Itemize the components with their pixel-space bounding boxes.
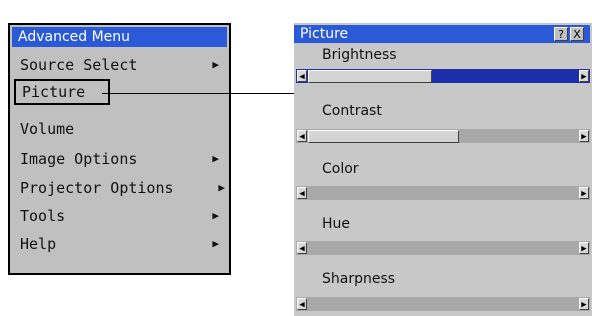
menu-item-picture[interactable]: Picture	[14, 79, 110, 105]
decrease-arrow-icon[interactable]: ◀	[297, 187, 307, 199]
picture-panel: Picture ? X Brightness ◀ ▶ Contrast ◀ ▶ …	[294, 23, 592, 316]
decrease-arrow-icon[interactable]: ◀	[297, 130, 307, 142]
increase-arrow-icon[interactable]: ▶	[579, 298, 589, 310]
menu-item-projector-options[interactable]: Projector Options ▶	[14, 175, 227, 201]
increase-arrow-icon[interactable]: ▶	[579, 130, 589, 142]
menu-item-volume[interactable]: Volume	[14, 116, 227, 142]
menu-item-image-options[interactable]: Image Options ▶	[14, 146, 227, 172]
sharpness-label: Sharpness	[322, 271, 396, 287]
menu-item-label: Picture	[22, 83, 86, 101]
hue-slider[interactable]: ◀ ▶	[296, 241, 590, 255]
color-slider[interactable]: ◀ ▶	[296, 186, 590, 200]
close-button[interactable]: X	[570, 27, 584, 41]
menu-item-source-select[interactable]: Source Select ▶	[14, 52, 227, 78]
advanced-menu: Advanced Menu Source Select ▶ Picture Vo…	[8, 23, 231, 275]
advanced-menu-title: Advanced Menu	[12, 27, 227, 47]
hue-label: Hue	[322, 216, 351, 232]
sharpness-slider[interactable]: ◀ ▶	[296, 297, 590, 311]
submenu-arrow-icon: ▶	[218, 181, 225, 194]
slider-fill	[308, 70, 432, 83]
menu-item-help[interactable]: Help ▶	[14, 231, 227, 257]
increase-arrow-icon[interactable]: ▶	[579, 187, 589, 199]
submenu-arrow-icon: ▶	[212, 152, 219, 165]
menu-item-label: Tools	[20, 207, 66, 225]
menu-item-label: Image Options	[20, 150, 138, 168]
increase-arrow-icon[interactable]: ▶	[579, 242, 589, 254]
menu-item-label: Volume	[20, 120, 75, 138]
picture-panel-title-bar: Picture ? X	[294, 25, 590, 43]
brightness-slider[interactable]: ◀ ▶	[296, 69, 590, 83]
submenu-arrow-icon: ▶	[212, 58, 219, 71]
brightness-label: Brightness	[322, 47, 397, 63]
decrease-arrow-icon[interactable]: ◀	[297, 298, 307, 310]
menu-item-tools[interactable]: Tools ▶	[14, 203, 227, 229]
menu-item-label: Help	[20, 235, 57, 253]
color-label: Color	[322, 161, 359, 177]
increase-arrow-icon[interactable]: ▶	[579, 70, 589, 82]
slider-fill	[308, 130, 459, 143]
contrast-label: Contrast	[322, 103, 382, 119]
decrease-arrow-icon[interactable]: ◀	[297, 242, 307, 254]
submenu-arrow-icon: ▶	[212, 209, 219, 222]
menu-item-label: Projector Options	[20, 179, 174, 197]
picture-panel-title: Picture	[300, 26, 349, 42]
help-button[interactable]: ?	[554, 27, 568, 41]
contrast-slider[interactable]: ◀ ▶	[296, 129, 590, 143]
decrease-arrow-icon[interactable]: ◀	[297, 70, 307, 82]
submenu-arrow-icon: ▶	[212, 237, 219, 250]
connector-line	[102, 93, 294, 94]
menu-item-label: Source Select	[20, 56, 138, 74]
